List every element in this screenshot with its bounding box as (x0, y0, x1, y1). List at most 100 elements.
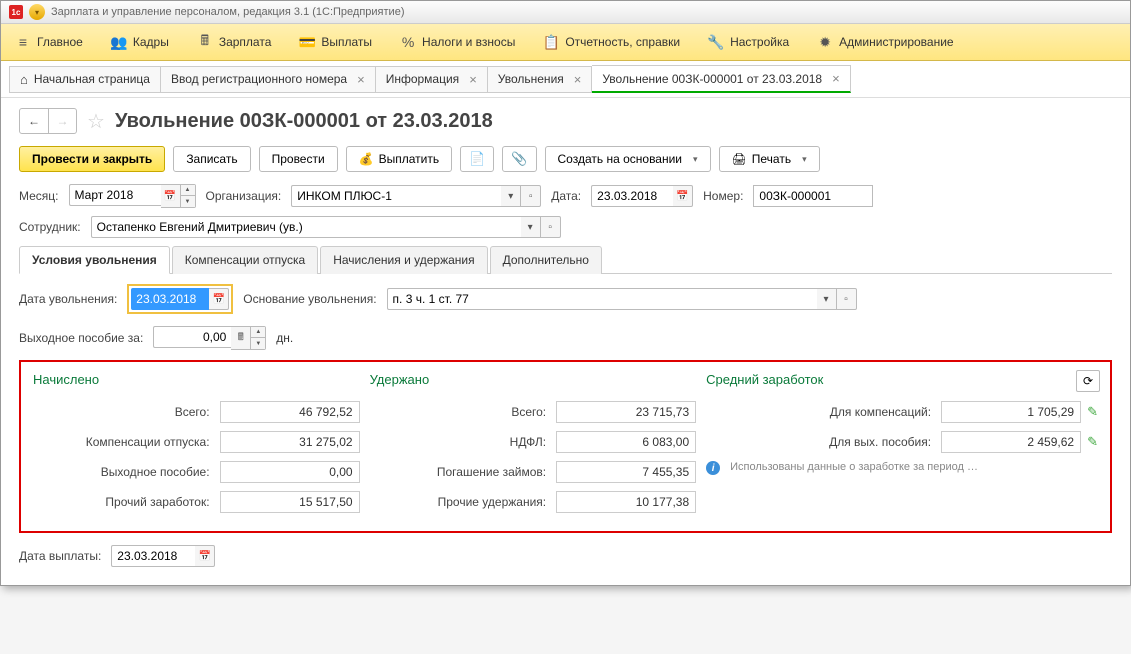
card-icon: 💳 (299, 34, 315, 50)
withheld-total-label: Всего: (370, 405, 551, 419)
date-input[interactable] (591, 185, 673, 207)
employee-label: Сотрудник: (19, 220, 81, 234)
nav-group: ← → (19, 108, 77, 134)
pay-button[interactable]: 💰Выплатить (346, 146, 452, 172)
wallet-icon: 💰 (359, 152, 374, 166)
calendar-icon[interactable]: 📅 (209, 288, 229, 310)
print-button[interactable]: 🖨Печать (719, 146, 820, 172)
severance-up[interactable]: ▲ (251, 327, 265, 338)
create-based-button[interactable]: Создать на основании (545, 146, 711, 172)
app-logo: 1с (9, 5, 23, 19)
withheld-loans-value: 7 455,35 (556, 461, 696, 483)
menu-vyplaty[interactable]: 💳Выплаты (285, 24, 386, 60)
dismissal-date-input[interactable] (131, 288, 209, 310)
org-input[interactable] (291, 185, 501, 207)
month-input[interactable] (69, 184, 161, 206)
chevron-down-icon[interactable]: ▾ (521, 216, 541, 238)
subtab-accruals[interactable]: Начисления и удержания (320, 246, 487, 274)
month-up[interactable]: ▲ (181, 185, 195, 196)
favorite-star[interactable]: ☆ (87, 109, 105, 134)
menu-zarplata[interactable]: 🖩Зарплата (183, 24, 286, 60)
date-label: Дата: (551, 189, 581, 203)
dismissal-basis-input[interactable] (387, 288, 817, 310)
number-label: Номер: (703, 189, 743, 203)
subtab-conditions[interactable]: Условия увольнения (19, 246, 170, 274)
close-icon[interactable]: × (574, 72, 582, 87)
calendar-icon[interactable]: 📅 (673, 185, 693, 207)
severance-input[interactable] (153, 326, 231, 348)
info-text: Использованы данные о заработке за перио… (730, 461, 978, 473)
menu-nalogi[interactable]: %Налоги и взносы (386, 24, 529, 60)
refresh-button[interactable]: ⟳ (1076, 370, 1100, 392)
payment-date-label: Дата выплаты: (19, 549, 101, 563)
month-label: Месяц: (19, 189, 59, 203)
severance-down[interactable]: ▼ (251, 338, 265, 349)
hamburger-icon: ≡ (15, 34, 31, 50)
people-icon: 👥 (111, 34, 127, 50)
calendar-icon[interactable]: 📅 (161, 184, 181, 208)
pencil-icon[interactable]: ✎ (1087, 434, 1098, 450)
withheld-ndfl-value: 6 083,00 (556, 431, 696, 453)
withheld-loans-label: Погашение займов: (370, 465, 551, 479)
accrued-comp-label: Компенсации отпуска: (33, 435, 214, 449)
tab-dismissal-doc[interactable]: Увольнение 00ЗК-000001 от 23.03.2018× (592, 65, 850, 93)
severance-label: Выходное пособие за: (19, 331, 143, 345)
avg-sev-label: Для вых. пособия: (706, 435, 935, 449)
close-icon[interactable]: × (469, 72, 477, 87)
withheld-total-value: 23 715,73 (556, 401, 696, 423)
tabs-row: ⌂Начальная страница Ввод регистрационног… (1, 61, 1130, 98)
tab-dismissals[interactable]: Увольнения× (488, 66, 593, 93)
close-icon[interactable]: × (832, 71, 840, 86)
accrued-sev-value: 0,00 (220, 461, 360, 483)
attach-button[interactable]: 📎 (502, 146, 536, 172)
avg-comp-label: Для компенсаций: (706, 405, 935, 419)
toolbar: Провести и закрыть Записать Провести 💰Вы… (19, 146, 1112, 172)
write-button[interactable]: Записать (173, 146, 250, 172)
accrued-comp-value: 31 275,02 (220, 431, 360, 453)
avgearn-title: Средний заработок (706, 372, 1098, 387)
chevron-down-icon[interactable]: ▾ (501, 185, 521, 207)
number-input[interactable] (753, 185, 873, 207)
nav-back[interactable]: ← (20, 109, 48, 133)
calculator-icon[interactable]: 🖩 (231, 326, 251, 350)
menu-main[interactable]: ≡Главное (1, 24, 97, 60)
tab-regnum[interactable]: Ввод регистрационного номера× (161, 66, 376, 93)
menu-nastroika[interactable]: 🔧Настройка (694, 24, 803, 60)
accrued-total-value: 46 792,52 (220, 401, 360, 423)
calendar-icon[interactable]: 📅 (195, 545, 215, 567)
conduct-button[interactable]: Провести (259, 146, 338, 172)
open-icon[interactable]: ▫ (837, 288, 857, 310)
summary-box: ⟳ Начислено Всего:46 792,52 Компенсации … (19, 360, 1112, 533)
open-icon[interactable]: ▫ (541, 216, 561, 238)
chevron-down-icon[interactable]: ▾ (817, 288, 837, 310)
percent-icon: % (400, 34, 416, 50)
system-dropdown[interactable]: ▾ (29, 4, 45, 20)
document-action-button[interactable]: 📄 (460, 146, 494, 172)
employee-input[interactable] (91, 216, 521, 238)
withheld-ndfl-label: НДФЛ: (370, 435, 551, 449)
clipboard-icon: 📋 (543, 34, 559, 50)
conduct-close-button[interactable]: Провести и закрыть (19, 146, 165, 172)
wrench-icon: 🔧 (708, 34, 724, 50)
tab-info[interactable]: Информация× (376, 66, 488, 93)
month-down[interactable]: ▼ (181, 196, 195, 207)
menu-otchetnost[interactable]: 📋Отчетность, справки (529, 24, 694, 60)
withheld-other-value: 10 177,38 (556, 491, 696, 513)
pencil-icon[interactable]: ✎ (1087, 404, 1098, 420)
avg-sev-value: 2 459,62 (941, 431, 1081, 453)
menu-admin[interactable]: ✹Администрирование (803, 24, 967, 60)
open-icon[interactable]: ▫ (521, 185, 541, 207)
close-icon[interactable]: × (357, 72, 365, 87)
page-title: Увольнение 00ЗК-000001 от 23.03.2018 (115, 110, 493, 133)
menu-kadry[interactable]: 👥Кадры (97, 24, 183, 60)
subtab-extra[interactable]: Дополнительно (490, 246, 602, 274)
nav-forward[interactable]: → (48, 109, 76, 133)
accrued-sev-label: Выходное пособие: (33, 465, 214, 479)
subtab-compensation[interactable]: Компенсации отпуска (172, 246, 318, 274)
accrued-total-label: Всего: (33, 405, 214, 419)
payment-date-input[interactable] (111, 545, 195, 567)
tab-home[interactable]: ⌂Начальная страница (9, 66, 161, 93)
sub-tabs: Условия увольнения Компенсации отпуска Н… (19, 246, 1112, 274)
severance-unit: дн. (276, 331, 293, 345)
main-menu: ≡Главное 👥Кадры 🖩Зарплата 💳Выплаты %Нало… (1, 24, 1130, 61)
